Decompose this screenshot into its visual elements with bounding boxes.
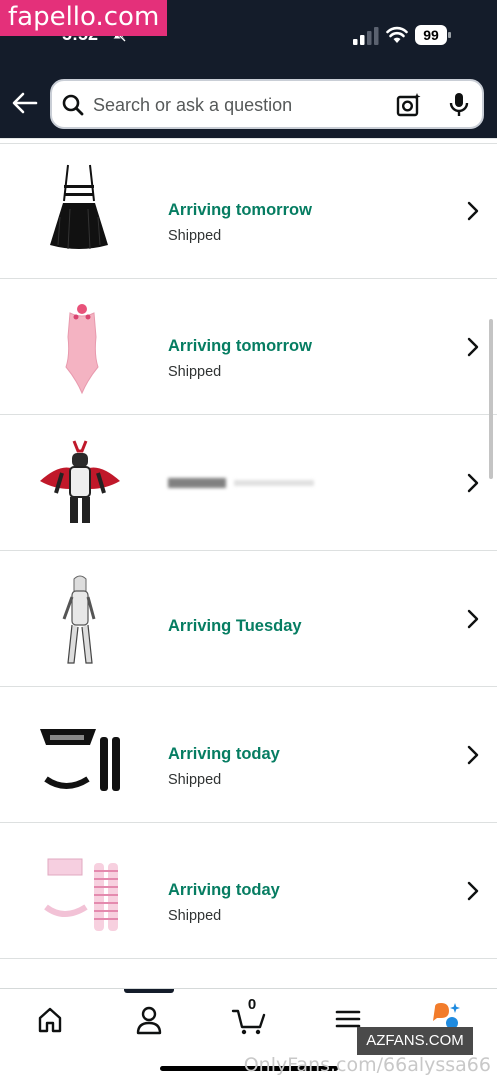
battery-level: 99 bbox=[415, 25, 447, 45]
order-row[interactable] bbox=[0, 959, 497, 988]
cart-count: 0 bbox=[247, 996, 257, 1013]
search-icon bbox=[62, 94, 84, 116]
chevron-right-icon bbox=[467, 609, 479, 629]
watermark-badge: AZFANS.COM bbox=[357, 1027, 473, 1055]
search-input[interactable] bbox=[93, 92, 383, 118]
product-image-pink-bodysuit bbox=[65, 304, 99, 395]
chevron-right-icon bbox=[467, 337, 479, 357]
chevron-right-icon bbox=[467, 745, 479, 765]
product-image-white-bodysuit bbox=[62, 575, 96, 664]
product-image-black-lingerie-set bbox=[40, 729, 120, 791]
order-row[interactable]: Arriving Tuesday bbox=[0, 551, 497, 687]
order-row[interactable]: Arriving today Shipped bbox=[0, 687, 497, 823]
delivery-status: Arriving today bbox=[168, 881, 280, 899]
order-row[interactable]: Arriving tomorrow Shipped bbox=[0, 279, 497, 415]
delivery-status: Arriving tomorrow bbox=[168, 201, 312, 219]
chevron-right-icon bbox=[467, 881, 479, 901]
order-list: Arriving tomorrow Shipped Arriving tomor… bbox=[0, 138, 497, 988]
product-image-black-skirt bbox=[50, 164, 108, 250]
watermark-top: fapello.com bbox=[0, 0, 168, 36]
nav-active-indicator bbox=[124, 989, 174, 993]
battery-tip bbox=[448, 32, 451, 38]
shipment-status: Shipped bbox=[168, 772, 222, 788]
shipment-status: Shipped bbox=[168, 228, 222, 244]
shipment-status: Shipped bbox=[168, 364, 222, 380]
wifi-icon bbox=[386, 26, 408, 43]
account-icon[interactable] bbox=[129, 1001, 169, 1037]
scroll-indicator[interactable] bbox=[489, 319, 493, 479]
back-arrow-icon[interactable] bbox=[10, 88, 40, 118]
microphone-icon[interactable] bbox=[448, 92, 470, 118]
order-row[interactable]: Arriving tomorrow Shipped bbox=[0, 143, 497, 279]
product-image-devil-costume bbox=[40, 440, 120, 523]
orders-screen: 5:52 99 bbox=[0, 0, 497, 1080]
delivery-status: Arriving today bbox=[168, 745, 280, 763]
delivery-status: Arriving tomorrow bbox=[168, 337, 312, 355]
chevron-right-icon bbox=[467, 201, 479, 221]
blurred-status-text bbox=[168, 478, 314, 488]
order-row[interactable]: Arriving today Shipped bbox=[0, 823, 497, 959]
order-row[interactable] bbox=[0, 415, 497, 551]
shipment-status: Shipped bbox=[168, 908, 222, 924]
cell-signal-icon bbox=[353, 27, 379, 45]
watermark-bottom: OnlyFans.com/66alyssa66 bbox=[243, 1054, 491, 1076]
camera-search-icon[interactable] bbox=[396, 92, 422, 118]
battery-indicator: 99 bbox=[415, 25, 451, 45]
delivery-status: Arriving Tuesday bbox=[168, 617, 302, 635]
home-icon[interactable] bbox=[30, 1001, 70, 1037]
product-image-pink-striped-set bbox=[44, 858, 118, 931]
chevron-right-icon bbox=[467, 473, 479, 493]
search-bar[interactable] bbox=[50, 79, 484, 129]
